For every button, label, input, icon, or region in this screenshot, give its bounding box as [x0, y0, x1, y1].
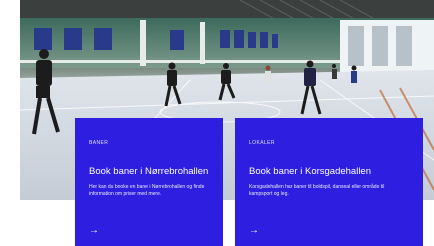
arrow-right-icon[interactable]: → — [249, 226, 259, 236]
arrow-right-icon[interactable]: → — [89, 226, 99, 236]
card-korsgadehallen[interactable]: LOKALER Book baner i Korsgadehallen Kors… — [235, 118, 423, 246]
card-title[interactable]: Book baner i Nørrebrohallen — [89, 166, 209, 178]
card-title[interactable]: Book baner i Korsgadehallen — [249, 166, 409, 178]
card-description: Her kan du booke en bane i Nørrebrohalle… — [89, 184, 205, 197]
card-category-label: BANER — [89, 140, 109, 146]
card-description: Korsgadehallen har baner til boldspil, d… — [249, 184, 385, 197]
card-norrebrohallen[interactable]: BANER Book baner i Nørrebrohallen Her ka… — [75, 118, 223, 246]
card-category-label: LOKALER — [249, 140, 275, 146]
